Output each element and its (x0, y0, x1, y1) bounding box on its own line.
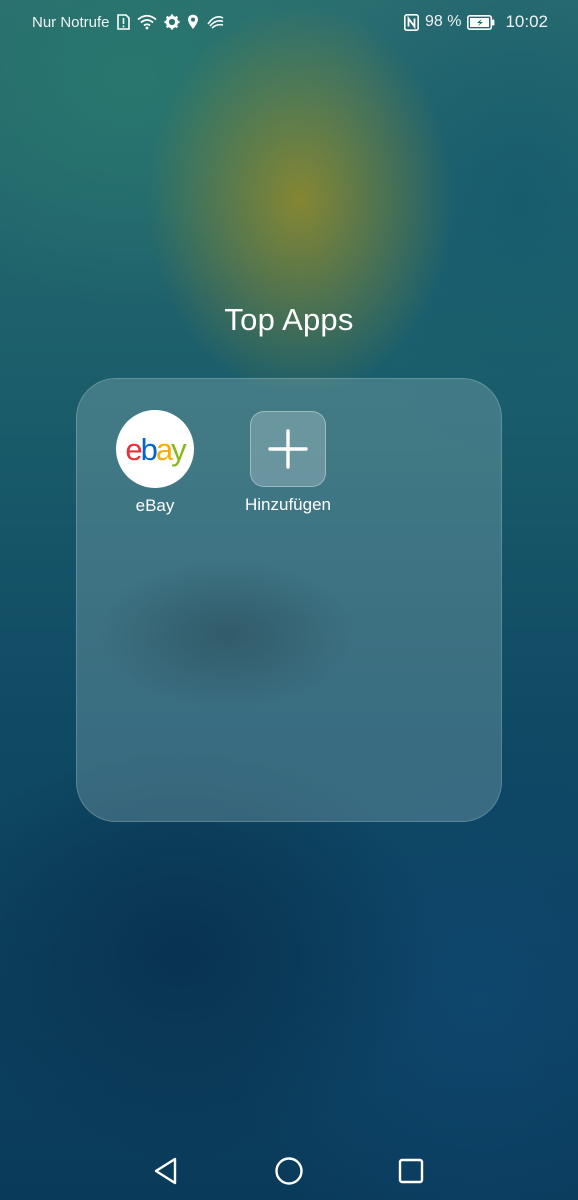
status-right: 98 % 10:02 (403, 12, 548, 32)
add-app-button[interactable]: Hinzufügen (228, 410, 348, 515)
nfc-icon (403, 13, 419, 31)
recent-square-icon (398, 1158, 424, 1184)
app-ebay[interactable]: ebay eBay (95, 410, 215, 516)
plus-icon (250, 411, 326, 487)
carrier-label: Nur Notrufe (32, 13, 110, 31)
recent-apps-button[interactable] (396, 1156, 426, 1186)
navigation-bar (0, 1140, 578, 1200)
status-left: Nur Notrufe (32, 13, 224, 31)
folder-title[interactable]: Top Apps (0, 302, 578, 338)
battery-percentage: 98 % (424, 13, 462, 30)
app-label-add: Hinzufügen (244, 495, 331, 514)
battery-charging-icon (467, 13, 495, 31)
status-bar: Nur Notrufe 98 % 10:02 (0, 0, 578, 44)
swiftkey-icon (206, 13, 224, 31)
app-label-ebay: eBay (135, 496, 175, 515)
sim-alert-icon (116, 13, 130, 31)
panel-background-shade (97, 559, 357, 709)
location-pin-icon (187, 13, 199, 31)
back-triangle-icon (154, 1157, 177, 1185)
back-button[interactable] (151, 1156, 181, 1186)
wifi-icon (136, 13, 157, 31)
ebay-logo-icon: ebay (116, 410, 194, 488)
clock: 10:02 (505, 12, 548, 31)
home-button[interactable] (274, 1156, 304, 1186)
home-circle-icon (275, 1157, 303, 1185)
settings-gear-icon (164, 13, 180, 31)
